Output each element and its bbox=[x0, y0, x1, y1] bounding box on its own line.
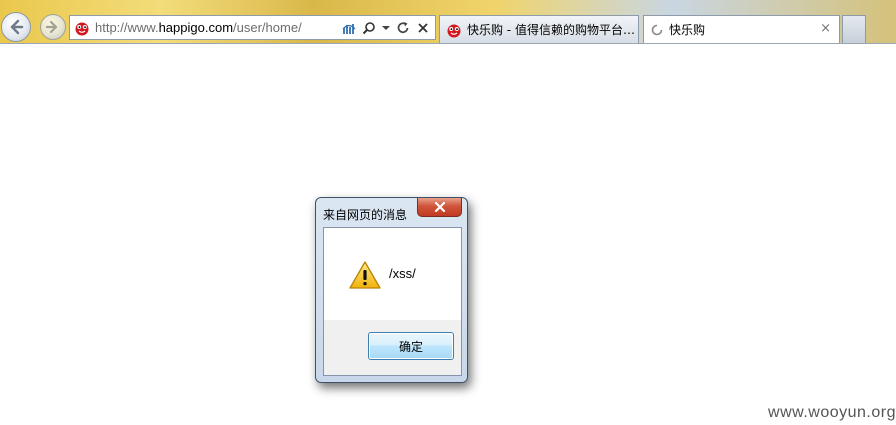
happigo-logo-icon bbox=[75, 22, 89, 35]
refresh-icon[interactable] bbox=[396, 21, 410, 35]
url-domain: happigo.com bbox=[158, 20, 234, 35]
ok-button[interactable]: 确定 bbox=[368, 332, 454, 360]
button-area: 确定 bbox=[324, 320, 461, 375]
forward-button[interactable] bbox=[40, 14, 66, 40]
stop-icon[interactable] bbox=[416, 21, 430, 35]
dialog-message: /xss/ bbox=[389, 266, 416, 281]
happigo-logo-icon bbox=[447, 24, 461, 37]
message-area: /xss/ bbox=[324, 228, 461, 320]
forward-arrow-icon bbox=[45, 20, 58, 34]
compatibility-view-icon[interactable] bbox=[342, 21, 356, 35]
dialog-title: 来自网页的消息 bbox=[323, 208, 408, 222]
search-icon[interactable] bbox=[362, 21, 376, 35]
tab-label: 快乐购 bbox=[669, 23, 706, 37]
new-tab-button[interactable] bbox=[842, 15, 866, 43]
back-button[interactable] bbox=[1, 12, 31, 42]
address-bar[interactable]: http://www.happigo.com/user/home/ bbox=[69, 15, 436, 40]
tab-label: 快乐购 - 值得信赖的购物平台,... bbox=[466, 23, 638, 37]
tab-happigo-home[interactable]: 快乐购 - 值得信赖的购物平台,... bbox=[439, 15, 639, 43]
url-path: /user/home/ bbox=[233, 20, 302, 35]
alert-dialog: 来自网页的消息 /xss/ 确定 bbox=[315, 197, 468, 383]
close-icon bbox=[434, 202, 445, 212]
url-prefix: http://www. bbox=[95, 20, 159, 35]
watermark: www.wooyun.org bbox=[768, 404, 896, 421]
url-text[interactable]: http://www.happigo.com/user/home/ bbox=[95, 20, 342, 35]
dropdown-icon[interactable] bbox=[382, 21, 390, 35]
warning-icon bbox=[349, 261, 381, 289]
browser-toolbar: http://www.happigo.com/user/home/ 快乐购 - … bbox=[0, 0, 896, 44]
tab-happigo-active[interactable]: 快乐购 × bbox=[643, 15, 840, 43]
tab-close-icon[interactable]: × bbox=[820, 21, 831, 36]
loading-spinner-icon bbox=[651, 24, 663, 35]
back-arrow-icon bbox=[10, 19, 24, 35]
dialog-body: /xss/ 确定 bbox=[323, 227, 462, 376]
dialog-close-button[interactable] bbox=[417, 198, 462, 217]
